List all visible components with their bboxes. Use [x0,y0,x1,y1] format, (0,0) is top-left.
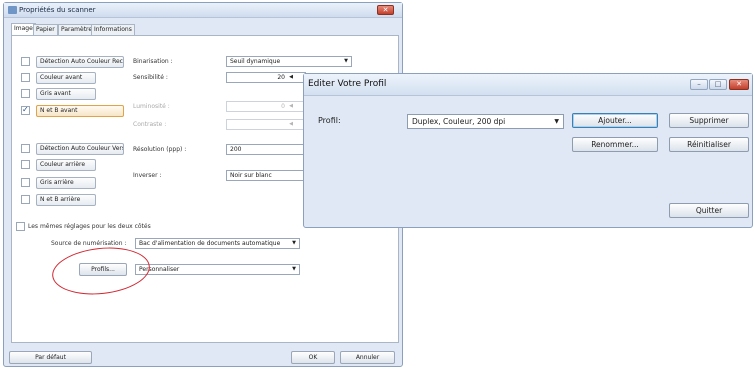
resolution-value: 200 [230,146,242,153]
chevron-down-icon: ▼ [554,118,559,125]
luminosite-value: 0 [281,103,285,110]
tab-parametre[interactable]: Paramètre [58,24,96,35]
delete-button[interactable]: Supprimer [669,113,749,128]
image-type-checkbox[interactable] [21,195,30,204]
tab-papier[interactable]: Papier [33,24,58,35]
contraste-stepper[interactable]: ◀ [226,119,306,130]
image-type-checkbox[interactable] [21,144,30,153]
profile-select[interactable]: Personnaliser ▼ [135,264,300,275]
rename-button[interactable]: Renommer... [572,137,658,152]
image-type-checkbox[interactable] [21,89,30,98]
image-type-item[interactable]: Détection Auto Couleur Recto [36,56,124,68]
close-icon[interactable]: ✕ [729,79,749,90]
image-type-item[interactable]: Couleur avant [36,72,96,84]
sensibilite-stepper[interactable]: 20 ◀ [226,72,306,83]
quit-button[interactable]: Quitter [669,203,749,218]
default-button[interactable]: Par défaut [9,351,92,364]
source-label: Source de numérisation : [51,240,127,247]
image-type-checkbox[interactable] [21,160,30,169]
ok-button[interactable]: OK [291,351,335,364]
image-type-item[interactable]: Gris arrière [36,177,96,189]
image-type-item-selected[interactable]: N et B avant [36,105,124,117]
arrow-left-icon: ◀ [289,103,293,109]
image-type-item[interactable]: N et B arrière [36,194,96,206]
image-type-item[interactable]: Gris avant [36,88,96,100]
image-type-checkbox-checked[interactable] [21,105,30,115]
sensibilite-value: 20 [277,74,285,81]
scanner-icon [8,6,17,14]
luminosite-stepper[interactable]: 0 ◀ [226,101,306,112]
resolution-label: Résolution (ppp) : [133,146,187,153]
chevron-down-icon: ▼ [344,58,348,64]
same-settings-checkbox[interactable] [16,222,25,231]
luminosite-label: Luminosité : [133,103,170,110]
arrow-left-icon: ◀ [289,74,293,80]
image-type-checkbox[interactable] [21,57,30,66]
cancel-button[interactable]: Annuler [340,351,395,364]
chevron-down-icon: ▼ [292,240,296,246]
image-type-checkbox[interactable] [21,178,30,187]
inverser-label: Inverser : [133,172,162,179]
add-button[interactable]: Ajouter... [572,113,658,128]
reset-button[interactable]: Réinitialiser [669,137,749,152]
source-select[interactable]: Bac d'alimentation de documents automati… [135,238,300,249]
scanner-window-title: Propriétés du scanner [19,6,96,14]
binarisation-label: Binarisation : [133,58,173,65]
same-settings-label: Les mêmes réglages pour les deux côtés [28,223,151,230]
binarisation-value: Seuil dynamique [230,58,281,65]
tab-informations[interactable]: Informations [91,24,135,35]
profil-select-value: Duplex, Couleur, 200 dpi [412,117,506,126]
edit-profile-title: Editer Votre Profil [308,79,387,89]
maximize-icon[interactable]: □ [709,79,727,90]
scanner-window-titlebar: Propriétés du scanner ✕ [4,3,402,18]
source-value: Bac d'alimentation de documents automati… [139,240,281,247]
sensibilite-label: Sensibilité : [133,74,168,81]
arrow-left-icon: ◀ [289,121,293,127]
chevron-down-icon: ▼ [292,266,296,272]
image-type-checkbox[interactable] [21,73,30,82]
inverser-value: Noir sur blanc [230,172,272,179]
edit-profile-dialog: Editer Votre Profil – □ ✕ Profil: Duplex… [303,73,753,228]
inverser-select[interactable]: Noir sur blanc [226,170,306,181]
resolution-select[interactable]: 200 [226,144,306,155]
minimize-icon[interactable]: – [690,79,708,90]
image-type-item[interactable]: Couleur arrière [36,159,96,171]
close-button[interactable]: ✕ [377,5,394,15]
image-type-item[interactable]: Détection Auto Couleur Verso [36,143,124,155]
edit-profile-titlebar: Editer Votre Profil – □ ✕ [304,74,752,96]
profil-select[interactable]: Duplex, Couleur, 200 dpi ▼ [407,114,564,129]
contraste-label: Contraste : [133,121,167,128]
profil-label: Profil: [318,116,341,125]
binarisation-select[interactable]: Seuil dynamique ▼ [226,56,352,67]
